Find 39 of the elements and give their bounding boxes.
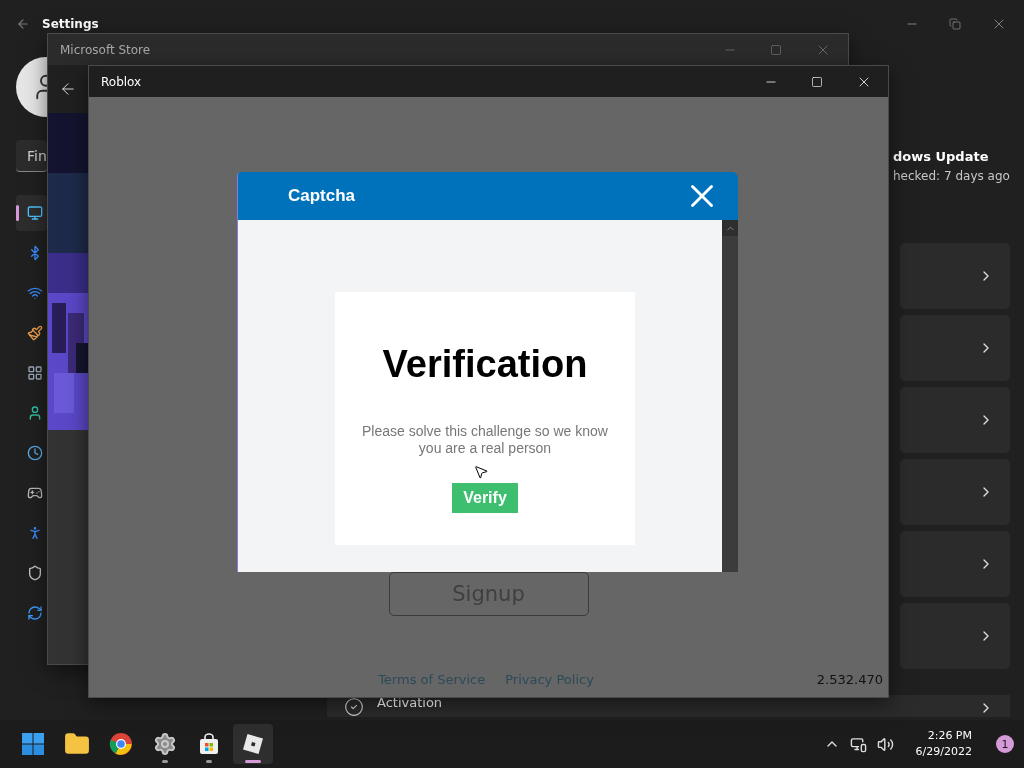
time-icon	[27, 445, 43, 461]
restore-icon[interactable]	[949, 18, 961, 30]
search-field[interactable]: Fin	[16, 140, 47, 172]
gaming-icon	[27, 485, 43, 501]
personalization-icon	[27, 325, 43, 341]
update-icon	[27, 605, 43, 621]
gear-icon	[153, 732, 177, 756]
version-text: 2.532.470	[816, 672, 883, 687]
accounts-icon	[27, 405, 43, 421]
display-icon	[27, 205, 43, 221]
status-text: hecked: 7 days ago	[893, 169, 1010, 183]
folder-icon	[64, 731, 90, 757]
dialog-title: Captcha	[288, 186, 356, 206]
network-icon[interactable]	[849, 735, 867, 753]
taskbar-button[interactable]	[233, 724, 273, 764]
window-title: Roblox	[101, 74, 142, 89]
card-title: Activation	[377, 695, 443, 710]
sidebar-item[interactable]	[16, 195, 47, 231]
apps-icon	[27, 365, 43, 381]
privacy-icon	[27, 565, 43, 581]
scrollbar[interactable]	[722, 220, 738, 572]
back-icon[interactable]	[59, 80, 77, 98]
accessibility-icon	[27, 525, 43, 541]
back-icon[interactable]	[16, 17, 30, 31]
network-icon	[27, 285, 43, 301]
clock-time[interactable]: 2:26 PM	[927, 728, 972, 744]
cursor-icon	[473, 464, 489, 480]
notification-badge[interactable]: 1	[996, 735, 1014, 753]
clock-date[interactable]: 6/29/2022	[915, 744, 972, 760]
shopping-bag-icon	[198, 733, 220, 755]
browser-icon	[109, 732, 133, 756]
instruction-text: Please solve this challenge so we know you are a real person	[361, 423, 609, 457]
verification-heading: Verification	[382, 343, 588, 386]
window-title: Settings	[42, 17, 99, 31]
check-circle-icon	[344, 697, 364, 717]
windows-logo-icon	[21, 732, 45, 756]
window-title: Microsoft Store	[60, 42, 151, 57]
page-heading: dows Update	[893, 149, 990, 164]
volume-icon[interactable]	[876, 735, 894, 753]
